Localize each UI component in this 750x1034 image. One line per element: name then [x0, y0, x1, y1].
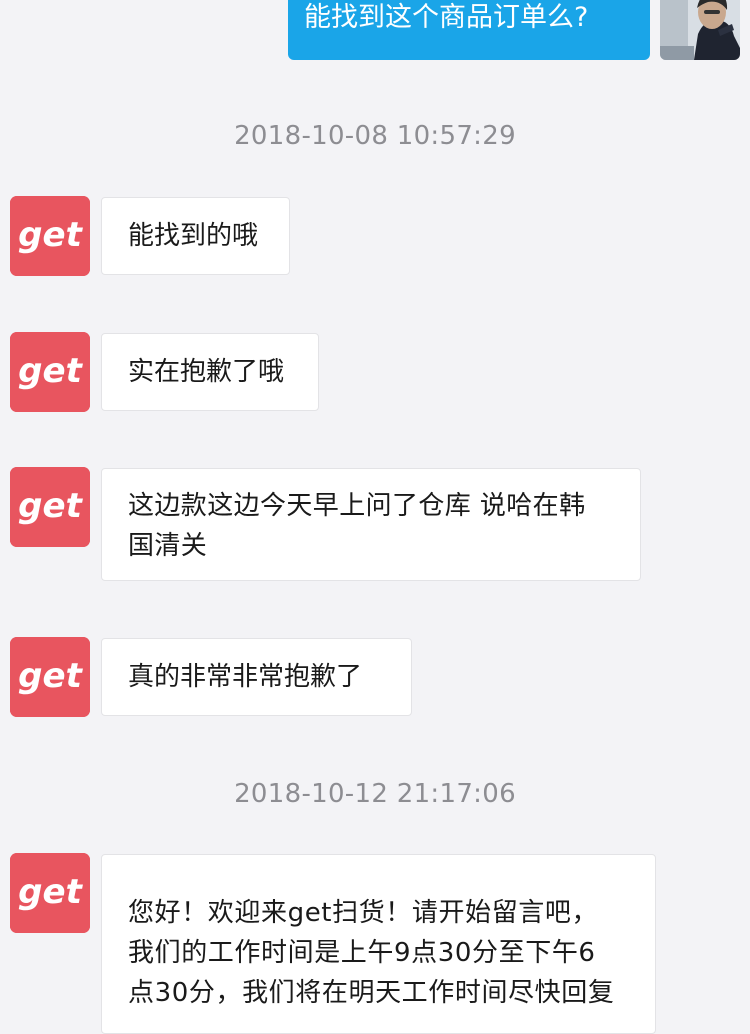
incoming-message-line: 您好！欢迎来get扫货！请开始留言吧， [128, 898, 599, 928]
message-timestamp: 2018-10-08 10:57:29 [234, 121, 516, 151]
get-logo-icon: get [10, 332, 90, 412]
agent-avatar[interactable]: get [10, 853, 90, 933]
get-logo-label: get [18, 486, 83, 526]
get-logo-label: get [18, 351, 83, 391]
outgoing-message-bubble[interactable]: 能找到这个商品订单么? [288, 0, 650, 60]
incoming-message-text: 能找到的哦 [128, 221, 259, 251]
user-avatar[interactable] [660, 0, 740, 60]
incoming-message-bubble[interactable]: 能找到的哦 [101, 197, 290, 275]
chat-thread: 能找到这个商品订单么? 2018-10-08 10:57:29 get 能找到的… [0, 0, 750, 1034]
get-logo-label: get [18, 872, 83, 912]
user-photo-avatar-icon [660, 0, 740, 60]
incoming-message-line: 国清关 [128, 531, 208, 561]
incoming-message-text: 实在抱歉了哦 [128, 357, 285, 387]
message-timestamp: 2018-10-12 21:17:06 [234, 779, 516, 809]
incoming-message-bubble[interactable]: 真的非常非常抱歉了 [101, 638, 412, 716]
get-logo-label: get [18, 215, 83, 255]
get-logo-icon: get [10, 637, 90, 717]
agent-avatar[interactable]: get [10, 196, 90, 276]
get-logo-icon: get [10, 467, 90, 547]
outgoing-message-text: 能找到这个商品订单么? [304, 2, 589, 33]
incoming-message-line: 点30分，我们将在明天工作时间尽快回复 [128, 978, 615, 1008]
incoming-message-bubble[interactable]: 您好！欢迎来get扫货！请开始留言吧， 我们的工作时间是上午9点30分至下午6 … [101, 854, 656, 1034]
incoming-message-line: 我们的工作时间是上午9点30分至下午6 [128, 938, 596, 968]
incoming-message-text: 真的非常非常抱歉了 [128, 662, 363, 692]
incoming-message-bubble[interactable]: 实在抱歉了哦 [101, 333, 319, 411]
get-logo-icon: get [10, 853, 90, 933]
incoming-message-bubble[interactable]: 这边款这边今天早上问了仓库 说哈在韩 国清关 [101, 468, 641, 581]
incoming-message-line: 这边款这边今天早上问了仓库 说哈在韩 [128, 491, 586, 521]
agent-avatar[interactable]: get [10, 332, 90, 412]
agent-avatar[interactable]: get [10, 467, 90, 547]
get-logo-icon: get [10, 196, 90, 276]
agent-avatar[interactable]: get [10, 637, 90, 717]
get-logo-label: get [18, 656, 83, 696]
